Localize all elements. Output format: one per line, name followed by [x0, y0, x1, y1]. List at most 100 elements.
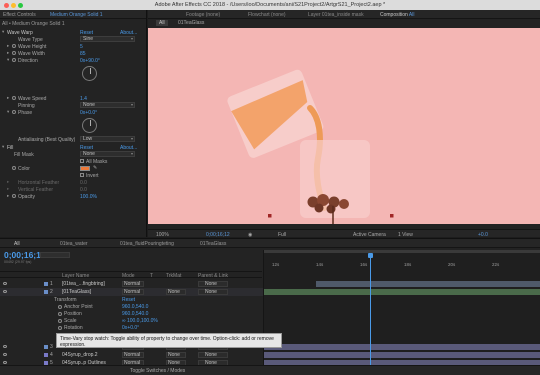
- layer-trkmat-dropdown[interactable]: None: [166, 351, 186, 358]
- tab-layer[interactable]: Layer 01tea_inside mask: [308, 12, 364, 18]
- comp-all-tag[interactable]: All: [156, 20, 168, 26]
- opacity-value[interactable]: 100.0%: [80, 194, 97, 200]
- stopwatch-icon[interactable]: [12, 96, 16, 100]
- tab-timeline-fluid[interactable]: 01tea_fluidPouringteting: [120, 241, 174, 247]
- vertical-feather-value[interactable]: 0.0: [80, 187, 87, 193]
- direction-angle-dial[interactable]: [82, 66, 97, 81]
- layer-color-label[interactable]: [44, 289, 48, 294]
- anchor-handle[interactable]: [390, 214, 394, 218]
- fill-color-swatch[interactable]: [80, 165, 90, 171]
- layer-mode-dropdown[interactable]: Normal: [122, 280, 144, 287]
- layer-duration-bar[interactable]: [264, 344, 540, 350]
- tab-timeline-water[interactable]: 01tea_water: [60, 241, 88, 247]
- exposure-value[interactable]: +0.0: [478, 232, 488, 238]
- all-masks-checkbox[interactable]: [80, 159, 84, 163]
- transform-group-row[interactable]: Transform Reset: [0, 296, 262, 303]
- comp-name-crumb[interactable]: 01TeaGlass: [178, 20, 204, 26]
- effect-controls-tab[interactable]: Effect Controls Medium Orange Solid 1: [0, 10, 146, 19]
- stopwatch-icon[interactable]: [58, 304, 62, 309]
- layer-name[interactable]: [01tea_...fingbtring]: [62, 281, 105, 287]
- timeline-graph-area[interactable]: 12s 14s 16s 18s 20s 22s: [263, 250, 540, 375]
- composition-viewer[interactable]: [148, 28, 540, 224]
- layer-color-label[interactable]: [44, 344, 48, 349]
- timeline-search-input[interactable]: [40, 252, 70, 258]
- wave-height-value[interactable]: 5: [80, 44, 83, 50]
- layer-parent-dropdown[interactable]: None: [198, 280, 228, 287]
- twirl-right-icon[interactable]: ▸: [7, 193, 9, 199]
- toggle-switches-modes-label[interactable]: Toggle Switches / Modes: [130, 368, 185, 374]
- pinning-dropdown[interactable]: None: [80, 102, 135, 108]
- work-area-bar[interactable]: [264, 250, 540, 253]
- view-layout-dropdown[interactable]: 1 View: [398, 232, 413, 238]
- twirl-right-icon[interactable]: ▸: [7, 186, 9, 192]
- resolution-dropdown[interactable]: Full: [278, 232, 286, 238]
- effect-wave-warp-row[interactable]: ▾ Wave Warp Reset About...: [0, 29, 147, 36]
- magnification-dropdown[interactable]: 100%: [156, 232, 169, 238]
- tab-footage[interactable]: Footage (none): [186, 12, 220, 18]
- eye-icon[interactable]: [3, 360, 7, 364]
- layer-mode-dropdown[interactable]: Normal: [122, 351, 144, 358]
- direction-value[interactable]: 0x+90.0°: [80, 58, 100, 64]
- stopwatch-icon[interactable]: [12, 44, 16, 48]
- stopwatch-icon[interactable]: [58, 318, 62, 323]
- layer-color-label[interactable]: [44, 352, 48, 357]
- tab-composition[interactable]: Composition All: [380, 12, 414, 18]
- eye-icon[interactable]: [3, 352, 7, 356]
- wave-warp-reset-link[interactable]: Reset: [80, 30, 93, 36]
- stopwatch-icon[interactable]: [58, 325, 62, 330]
- effect-fill-row[interactable]: ▾ Fill Reset About...: [0, 144, 147, 151]
- phase-value[interactable]: 0x+0.0°: [80, 110, 97, 116]
- layer-color-label[interactable]: [44, 281, 48, 286]
- tab-timeline-all[interactable]: All: [14, 241, 20, 247]
- stopwatch-icon[interactable]: [58, 311, 62, 316]
- stopwatch-icon[interactable]: [12, 51, 16, 55]
- layer-name[interactable]: 04Syrup_drop.2: [62, 352, 98, 358]
- eye-icon[interactable]: [3, 289, 7, 293]
- horizontal-feather-value[interactable]: 0.0: [80, 180, 87, 186]
- layer-duration-bar[interactable]: [264, 352, 540, 358]
- twirl-right-icon[interactable]: ▸: [7, 179, 9, 185]
- wave-warp-about-link[interactable]: About...: [120, 30, 137, 36]
- layer-color-label[interactable]: [44, 360, 48, 365]
- invert-checkbox[interactable]: [80, 173, 84, 177]
- rotation-value[interactable]: 0x+0.0°: [122, 325, 139, 331]
- layer-name[interactable]: [01TeaGlass]: [62, 289, 91, 295]
- wave-width-value[interactable]: 85: [80, 51, 86, 57]
- viewer-timecode[interactable]: 0;00;16;12: [206, 232, 230, 238]
- anchor-handle[interactable]: [268, 214, 272, 218]
- eye-icon[interactable]: [3, 281, 7, 285]
- layer-trkmat-dropdown[interactable]: None: [166, 288, 186, 295]
- layer-duration-bar[interactable]: [264, 289, 540, 295]
- eye-icon[interactable]: [3, 344, 7, 348]
- twirl-right-icon[interactable]: ▸: [7, 95, 9, 101]
- snapshot-icon[interactable]: ◉: [248, 232, 252, 238]
- layer-duration-bar[interactable]: [316, 281, 540, 287]
- stopwatch-icon[interactable]: [12, 194, 16, 198]
- toggle-switches-bar[interactable]: Toggle Switches / Modes: [0, 365, 540, 375]
- twirl-down-icon[interactable]: ▾: [2, 144, 4, 150]
- twirl-right-icon[interactable]: ▸: [7, 43, 9, 49]
- camera-dropdown[interactable]: Active Camera: [353, 232, 386, 238]
- layer-parent-dropdown[interactable]: None: [198, 288, 228, 295]
- twirl-down-icon[interactable]: ▾: [7, 57, 9, 63]
- tab-timeline-teaglass[interactable]: 01TeaGlass: [200, 241, 226, 247]
- fill-about-link[interactable]: About...: [120, 145, 137, 151]
- wave-type-dropdown[interactable]: Sine: [80, 36, 135, 42]
- twirl-down-icon[interactable]: ▾: [2, 29, 4, 35]
- antialiasing-dropdown[interactable]: Low: [80, 136, 135, 142]
- layer-parent-dropdown[interactable]: None: [198, 351, 228, 358]
- stopwatch-icon[interactable]: [12, 166, 16, 170]
- eyedropper-icon[interactable]: ✎: [93, 165, 97, 171]
- tab-flowchart[interactable]: Flowchart (none): [248, 12, 286, 18]
- twirl-right-icon[interactable]: ▸: [7, 50, 9, 56]
- phase-angle-dial[interactable]: [82, 118, 97, 133]
- fill-reset-link[interactable]: Reset: [80, 145, 93, 151]
- wave-speed-value[interactable]: 1.4: [80, 96, 87, 102]
- current-time-indicator[interactable]: [370, 258, 371, 375]
- col-layer-name[interactable]: Layer Name: [62, 273, 89, 279]
- stopwatch-icon[interactable]: [12, 110, 16, 114]
- fill-mask-dropdown[interactable]: None: [80, 151, 135, 157]
- layer-mode-dropdown[interactable]: Normal: [122, 288, 144, 295]
- stopwatch-icon[interactable]: [12, 58, 16, 62]
- twirl-down-icon[interactable]: ▾: [7, 109, 9, 115]
